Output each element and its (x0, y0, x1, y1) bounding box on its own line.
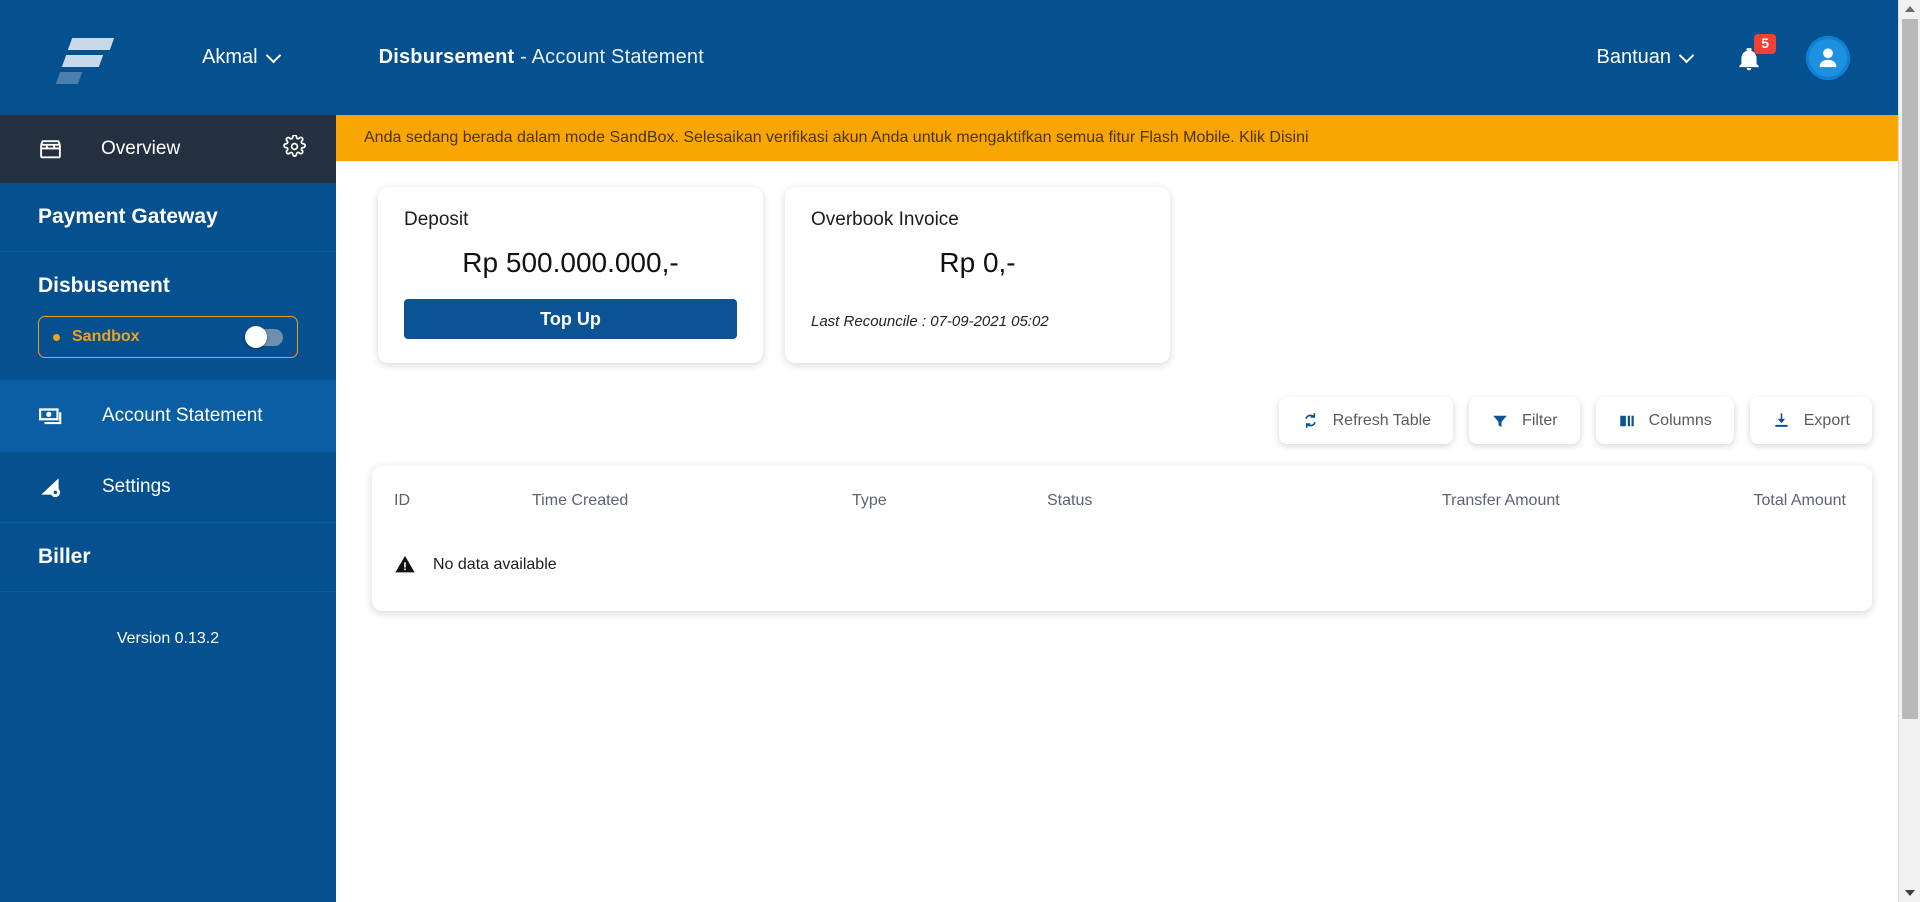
overbook-card-amount: Rp 0,- (939, 247, 1016, 278)
deposit-card-amount: Rp 500.000.000,- (462, 247, 679, 278)
chevron-down-icon (265, 47, 281, 63)
sidebar-item-disbursement-label: Disbusement (38, 274, 170, 297)
table-body: No data available (372, 526, 1872, 585)
top-header-bar: Akmal Disbursement - Account Statement B… (0, 0, 1920, 115)
overbook-last-reconcile: Last Recouncile : 07-09-2021 05:02 (811, 313, 1049, 330)
sidebar-item-payment-gateway[interactable]: Payment Gateway (0, 183, 336, 252)
column-header-id[interactable]: ID (372, 466, 532, 526)
column-header-status[interactable]: Status (1047, 466, 1442, 526)
column-header-total-amount[interactable]: Total Amount (1692, 466, 1872, 526)
header-actions: Bantuan 5 (1596, 33, 1890, 80)
chevron-up-icon (1904, 6, 1915, 12)
sidebar-item-settings[interactable]: Settings (0, 452, 336, 523)
scrollbar-thumb[interactable] (1901, 19, 1918, 719)
chevron-down-icon (1678, 47, 1695, 63)
column-header-type[interactable]: Type (852, 466, 1047, 526)
sidebar-item-account-statement-label: Account Statement (102, 405, 263, 426)
sidebar-version-label: Version 0.13.2 (116, 630, 220, 647)
page-title-module: Disbursement (378, 46, 515, 68)
scroll-down-button[interactable] (1899, 884, 1920, 902)
filter-label: Filter (1522, 411, 1558, 429)
gear-icon (283, 134, 306, 157)
no-data-text: No data available (433, 555, 557, 573)
deposit-card: Deposit Rp 500.000.000,- Top Up (378, 187, 763, 363)
sidebar-group-disbursement: Disbusement Sandbox (0, 252, 336, 381)
sandbox-banner[interactable]: Anda sedang berada dalam mode SandBox. S… (336, 115, 1898, 161)
avatar[interactable] (1806, 35, 1850, 80)
sandbox-status-dot (53, 333, 60, 341)
table-header-row: ID Time Created Type Status Transfer Amo… (372, 466, 1872, 526)
sidebar-item-account-statement[interactable]: Account Statement (0, 381, 336, 452)
columns-button[interactable]: Columns (1595, 397, 1734, 444)
main-body: Overview Payment Gateway Disbusement San… (0, 115, 1920, 902)
sidebar-item-settings-label: Settings (102, 476, 171, 497)
columns-icon (1619, 415, 1634, 426)
money-note-glyph (39, 408, 62, 425)
deposit-card-title: Deposit (404, 209, 469, 230)
export-label: Export (1803, 411, 1850, 429)
export-button[interactable]: Export (1749, 397, 1872, 444)
sidebar-item-payment-gateway-label: Payment Gateway (38, 205, 218, 228)
sidebar: Overview Payment Gateway Disbusement San… (0, 115, 336, 902)
refresh-table-button[interactable]: Refresh Table (1278, 397, 1454, 444)
table-empty-row: No data available (372, 526, 1872, 585)
application-window: Akmal Disbursement - Account Statement B… (0, 0, 1920, 902)
sandbox-label: Sandbox (72, 328, 140, 345)
transactions-table: ID Time Created Type Status Transfer Amo… (372, 466, 1872, 585)
summary-cards: Deposit Rp 500.000.000,- Top Up Overbook… (336, 161, 1920, 363)
scrollbar-track[interactable] (1899, 18, 1920, 884)
page-scrollbar[interactable] (1898, 0, 1920, 902)
sidebar-item-overview[interactable]: Overview (0, 115, 336, 183)
download-icon (1774, 413, 1788, 427)
content-area: Anda sedang berada dalam mode SandBox. S… (336, 115, 1920, 902)
brand-logo[interactable] (40, 34, 130, 84)
page-title-section: - Account Statement (514, 46, 705, 68)
column-header-time-created[interactable]: Time Created (532, 466, 852, 526)
settings-gear-button[interactable] (283, 134, 306, 163)
account-menu-label: Akmal (202, 46, 258, 68)
sandbox-switch[interactable] (245, 326, 283, 348)
chevron-down-icon (1904, 890, 1915, 896)
warning-triangle-icon (395, 555, 415, 573)
transactions-table-card: ID Time Created Type Status Transfer Amo… (372, 466, 1872, 611)
chart-gear-icon (38, 474, 64, 500)
overbook-invoice-card: Overbook Invoice Rp 0,- Last Recouncile … (785, 187, 1170, 363)
sandbox-mode-toggle[interactable]: Sandbox (38, 316, 298, 358)
sidebar-item-biller-label: Biller (38, 545, 91, 568)
top-up-button[interactable]: Top Up (404, 299, 737, 339)
scroll-up-button[interactable] (1899, 0, 1920, 18)
sidebar-item-biller[interactable]: Biller (0, 523, 336, 592)
table-toolbar: Refresh Table Filter Columns Export (336, 363, 1920, 444)
overbook-card-title: Overbook Invoice (811, 209, 959, 230)
sidebar-item-overview-label: Overview (101, 138, 181, 159)
table-head: ID Time Created Type Status Transfer Amo… (372, 466, 1872, 526)
flash-logo-icon (55, 34, 115, 84)
column-header-transfer-amount[interactable]: Transfer Amount (1442, 466, 1692, 526)
refresh-icon (1305, 413, 1316, 428)
filter-button[interactable]: Filter (1469, 397, 1580, 444)
no-data-message: No data available (394, 554, 1872, 575)
notifications-button[interactable]: 5 (1732, 33, 1776, 78)
user-icon (1819, 47, 1837, 67)
refresh-table-label: Refresh Table (1332, 411, 1432, 429)
help-menu[interactable]: Bantuan (1596, 46, 1695, 69)
money-note-icon (38, 403, 64, 429)
account-menu[interactable]: Akmal (202, 46, 281, 69)
columns-label: Columns (1648, 411, 1712, 429)
sandbox-banner-text: Anda sedang berada dalam mode SandBox. S… (364, 129, 1309, 146)
sidebar-item-disbursement[interactable]: Disbusement (0, 252, 336, 312)
help-menu-label: Bantuan (1596, 46, 1671, 68)
sandbox-switch-knob (245, 326, 267, 348)
page-title: Disbursement - Account Statement (379, 46, 704, 69)
store-icon (40, 139, 61, 158)
funnel-icon (1493, 415, 1507, 427)
notification-count-badge: 5 (1754, 33, 1776, 54)
chart-gear-glyph (41, 478, 61, 498)
